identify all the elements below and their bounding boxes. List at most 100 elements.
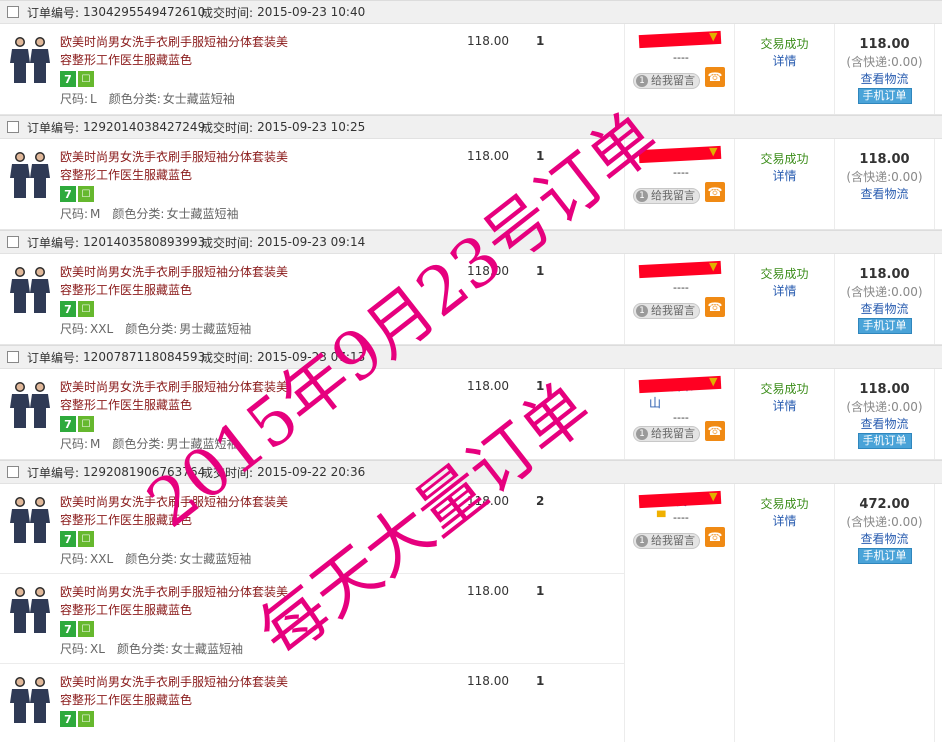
- deal-time-label: 成交时间:: [201, 465, 254, 480]
- product-title-link[interactable]: 欧美时尚男女洗手衣刷手服短袖分体套装美容整形工作医生服藏蓝色: [60, 33, 290, 69]
- order-checkbox[interactable]: [7, 236, 19, 248]
- order-items: 欧美时尚男女洗手衣刷手服短袖分体套装美容整形工作医生服藏蓝色 7 ☐ 尺码: M 颜色分类…: [0, 369, 624, 459]
- order-card: 订单编号: 1292014038427249 成交时间: 2015-09-23 10:…: [0, 115, 942, 230]
- leave-message-button[interactable]: 1 给我留言: [633, 533, 700, 549]
- flag-icon[interactable]: ▼: [709, 30, 717, 43]
- color-value: 女士藏蓝短袖: [171, 642, 244, 656]
- shipping-note: (含快递:0.00): [846, 170, 923, 184]
- mobile-order-badge: 手机订单: [857, 433, 912, 449]
- phone-icon[interactable]: ☎: [705, 527, 725, 547]
- order-no-label: 订单编号:: [27, 5, 80, 20]
- edge-column: [934, 369, 942, 459]
- chat-bubble-icon[interactable]: ▀: [657, 511, 665, 524]
- product-thumbnail[interactable]: [5, 264, 55, 314]
- flag-icon[interactable]: ▼: [709, 145, 717, 158]
- order-no-label: 订单编号:: [27, 465, 80, 480]
- color-label: 颜色分类:: [108, 92, 161, 106]
- status-cell: 交易成功 详情: [734, 24, 834, 114]
- seven-day-return-icon: 7: [60, 186, 76, 202]
- service-badges: 7 ☐: [60, 71, 94, 87]
- total-cell: 472.00 (含快递:0.00) 查看物流 手机订单: [834, 484, 934, 742]
- payment-icon: ☐: [78, 531, 94, 547]
- buyer-cell: 我来▼山----1给我留言☎: [624, 369, 734, 459]
- seven-day-return-icon: 7: [60, 621, 76, 637]
- color-label: 颜色分类:: [112, 437, 165, 451]
- product-title-link[interactable]: 欧美时尚男女洗手衣刷手服短袖分体套装美容整形工作医生服藏蓝色: [60, 148, 290, 184]
- total-cell: 118.00 (含快递:0.00) 查看物流: [834, 139, 934, 229]
- details-link[interactable]: 详情: [735, 398, 834, 415]
- service-badges: 7 ☐: [60, 301, 94, 317]
- order-checkbox[interactable]: [7, 6, 19, 18]
- order-checkbox[interactable]: [7, 466, 19, 478]
- details-link[interactable]: 详情: [735, 53, 834, 70]
- flag-icon[interactable]: ▼: [709, 490, 717, 503]
- product-thumbnail[interactable]: [5, 674, 55, 724]
- order-list: 订单编号: 1304295549472610 成交时间: 2015-09-23 10:…: [0, 0, 942, 742]
- product-thumbnail[interactable]: [5, 34, 55, 84]
- view-logistics-link[interactable]: 查看物流: [835, 531, 934, 548]
- buyer-dash: ----: [673, 166, 689, 179]
- product-thumbnail[interactable]: [5, 494, 55, 544]
- order-no: 1201403580893993: [83, 235, 206, 249]
- size-value: L: [90, 92, 97, 106]
- product-title-link[interactable]: 欧美时尚男女洗手衣刷手服短袖分体套装美容整形工作医生服藏蓝色: [60, 583, 290, 619]
- buyer-cell: ▼ ---- 1 给我留言 ☎: [624, 139, 734, 229]
- leave-message-label: 给我留言: [651, 189, 695, 202]
- flag-icon[interactable]: ▼: [709, 375, 717, 388]
- message-count: 1: [636, 305, 648, 317]
- flag-icon[interactable]: ▼: [709, 260, 717, 273]
- shipping-note: (含快递:0.00): [846, 55, 923, 69]
- service-badges: 7 ☐: [60, 186, 94, 202]
- color-value: 女士藏蓝短袖: [166, 207, 239, 221]
- leave-message-button[interactable]: 1 给我留言: [633, 303, 700, 319]
- phone-icon[interactable]: ☎: [705, 421, 725, 441]
- trade-status: 交易成功: [760, 497, 809, 511]
- product-thumbnail[interactable]: [5, 379, 55, 429]
- item-qty: 1: [536, 264, 545, 278]
- deal-time-label: 成交时间:: [201, 350, 254, 365]
- view-logistics-link[interactable]: 查看物流: [835, 416, 934, 433]
- buyer-dash: ----: [673, 281, 689, 294]
- color-value: 女士藏蓝短袖: [179, 552, 252, 566]
- edge-column: [934, 24, 942, 114]
- leave-message-button[interactable]: 1 给我留言: [633, 426, 700, 442]
- size-label: 尺码:: [60, 642, 89, 656]
- deal-time: 2015-09-22 20:36: [257, 465, 366, 479]
- seven-day-return-icon: 7: [60, 71, 76, 87]
- leave-message-button[interactable]: 1 给我留言: [633, 73, 700, 89]
- service-badges: 7 ☐: [60, 531, 94, 547]
- product-thumbnail[interactable]: [5, 584, 55, 634]
- details-link[interactable]: 详情: [735, 168, 834, 185]
- view-logistics-link[interactable]: 查看物流: [835, 186, 934, 203]
- order-body: 欧美时尚男女洗手衣刷手服短袖分体套装美容整形工作医生服藏蓝色 7 ☐ 尺码: XXL 颜色…: [0, 254, 942, 344]
- color-label: 颜色分类:: [125, 552, 178, 566]
- product-title-link[interactable]: 欧美时尚男女洗手衣刷手服短袖分体套装美容整形工作医生服藏蓝色: [60, 673, 290, 709]
- order-item: 欧美时尚男女洗手衣刷手服短袖分体套装美容整形工作医生服藏蓝色 7 ☐ 尺码: M 颜色分类…: [0, 139, 624, 229]
- status-cell: 交易成功 详情: [734, 254, 834, 344]
- order-total: 118.00: [859, 152, 910, 167]
- leave-message-button[interactable]: 1 给我留言: [633, 188, 700, 204]
- view-logistics-link[interactable]: 查看物流: [835, 71, 934, 88]
- service-badges: 7 ☐: [60, 416, 94, 432]
- product-props: 尺码: M 颜色分类: 女士藏蓝短袖: [60, 205, 250, 222]
- order-header: 订单编号: 1292081906763764 成交时间: 2015-09-22 20:…: [0, 460, 942, 484]
- seven-day-return-icon: 7: [60, 301, 76, 317]
- phone-icon[interactable]: ☎: [705, 297, 725, 317]
- details-link[interactable]: 详情: [735, 283, 834, 300]
- view-logistics-link[interactable]: 查看物流: [835, 301, 934, 318]
- deal-time: 2015-09-23 10:25: [257, 120, 366, 134]
- order-header: 订单编号: 1200787118084593 成交时间: 2015-09-23 07:…: [0, 345, 942, 369]
- product-title-link[interactable]: 欧美时尚男女洗手衣刷手服短袖分体套装美容整形工作医生服藏蓝色: [60, 263, 290, 299]
- phone-icon[interactable]: ☎: [705, 67, 725, 87]
- order-no: 1304295549472610: [83, 5, 206, 19]
- product-thumbnail[interactable]: [5, 149, 55, 199]
- order-checkbox[interactable]: [7, 351, 19, 363]
- phone-icon[interactable]: ☎: [705, 182, 725, 202]
- size-label: 尺码:: [60, 552, 89, 566]
- order-checkbox[interactable]: [7, 121, 19, 133]
- product-title-link[interactable]: 欧美时尚男女洗手衣刷手服短袖分体套装美容整形工作医生服藏蓝色: [60, 378, 290, 414]
- details-link[interactable]: 详情: [735, 513, 834, 530]
- product-title-link[interactable]: 欧美时尚男女洗手衣刷手服短袖分体套装美容整形工作医生服藏蓝色: [60, 493, 290, 529]
- service-badges: 7 ☐: [60, 621, 94, 637]
- size-label: 尺码:: [60, 322, 89, 336]
